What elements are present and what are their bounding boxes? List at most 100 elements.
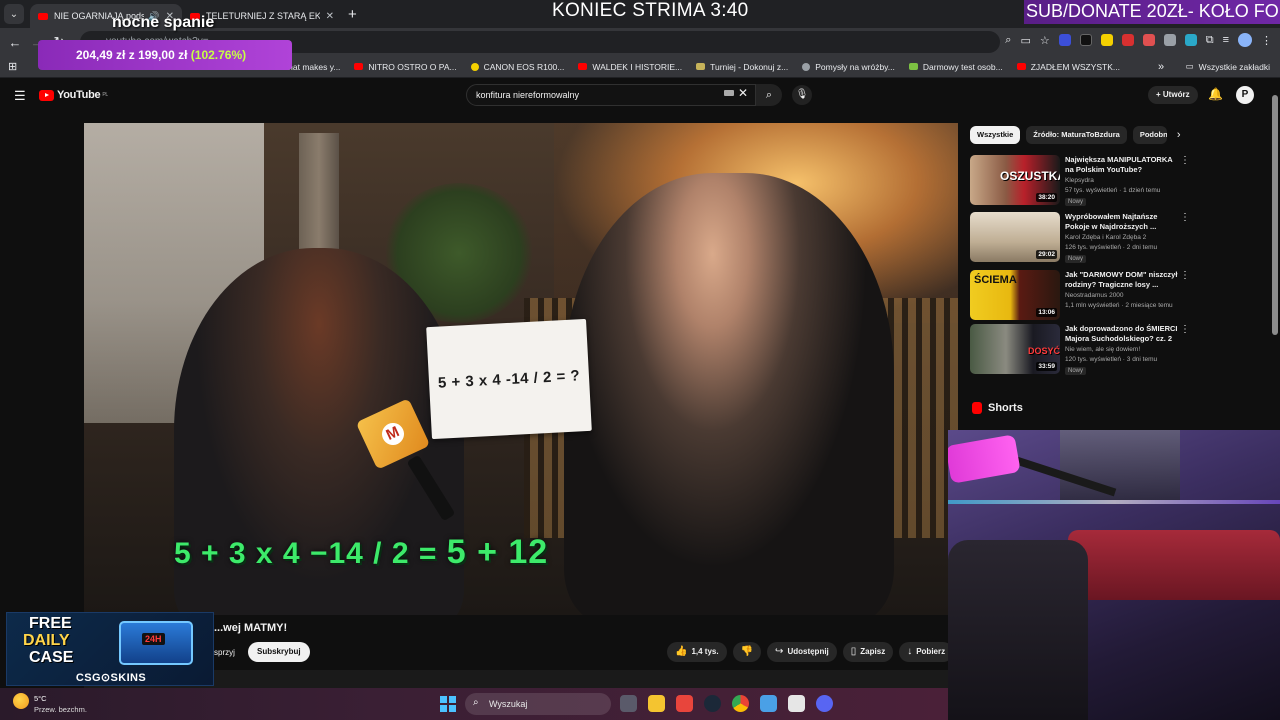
recommendation-title[interactable]: Jak doprowadzono do ŚMIERCI Majora Sucho… [1065, 324, 1180, 344]
video-thumbnail[interactable]: 29:02 [970, 212, 1060, 262]
recommendation-item[interactable]: OSZUSTKA? 38:20 Największa MANIPULATORKA… [970, 155, 1190, 207]
shield-icon[interactable] [1163, 34, 1176, 46]
recommendation-channel[interactable]: Nie wiem, ale się dowiem! [1065, 346, 1140, 353]
recommendation-item[interactable]: 29:02 Wypróbowałem Najtańsze Pokoje w Na… [970, 212, 1190, 264]
more-bookmarks-button[interactable]: » [1158, 61, 1164, 73]
recommendation-title[interactable]: Jak "DARMOWY DOM" niszczył rodziny? Trag… [1065, 270, 1180, 290]
more-options-icon[interactable]: ⋮ [1180, 212, 1190, 223]
like-button[interactable]: 👍 1,4 tys. [667, 642, 727, 662]
recommendation-item[interactable]: ŚCIEMA 13:06 Jak "DARMOWY DOM" niszczył … [970, 270, 1190, 322]
menu-icon[interactable]: ⋮ [1261, 34, 1272, 47]
avatar[interactable]: P [1236, 86, 1254, 104]
more-options-icon[interactable]: ⋮ [1180, 270, 1190, 281]
chip-all[interactable]: Wszystkie [970, 126, 1021, 144]
video-thumbnail[interactable]: DOSYĆ 33:59 [970, 324, 1060, 374]
zoom-icon[interactable]: ⌕ [1005, 34, 1011, 47]
more-options-icon[interactable]: ⋮ [1180, 155, 1190, 166]
folder-icon: ▭ [1185, 61, 1194, 71]
youtube-logo[interactable]: YouTube PL [39, 89, 108, 101]
bookmark-item[interactable]: WALDEK I HISTORIE... [578, 62, 682, 72]
store-icon[interactable] [676, 695, 693, 712]
recommendation-meta: 126 tys. wyświetleń · 2 dni temu [1065, 244, 1158, 251]
recommendation-channel[interactable]: Klepsydra [1065, 177, 1094, 184]
extensions-puzzle-icon[interactable]: ⧉ [1206, 34, 1214, 47]
subscribe-button[interactable]: Subskrybuj [248, 642, 310, 662]
bookmark-star-icon[interactable]: ☆ [1040, 34, 1050, 47]
video-thumbnail[interactable]: ŚCIEMA 13:06 [970, 270, 1060, 320]
share-button[interactable]: ↪ Udostępnij [767, 642, 837, 662]
chip-source[interactable]: Źródło: MaturaToBzdura [1026, 126, 1127, 144]
extension-icon[interactable] [1079, 34, 1092, 46]
taskbar-search-input[interactable]: Wyszukaj [465, 693, 611, 715]
bookmark-item[interactable]: ZJADŁEM WSZYSTK... [1016, 62, 1120, 72]
close-tab-icon[interactable]: ✕ [326, 11, 334, 22]
chrome-icon[interactable] [732, 695, 749, 712]
discord-icon[interactable] [816, 695, 833, 712]
donation-goal-text: 204,49 zł z 199,00 zł (102.76%) [76, 48, 246, 62]
steam-icon[interactable] [704, 695, 721, 712]
donation-goal-bar: 204,49 zł z 199,00 zł (102.76%) [38, 40, 292, 70]
weather-icon[interactable] [13, 693, 29, 709]
share-icon: ↪ [775, 646, 784, 657]
bookmark-favicon-icon [802, 62, 811, 71]
all-bookmarks-button[interactable]: ▭ Wszystkie zakładki [1186, 61, 1270, 72]
bookmark-favicon-icon [1016, 63, 1026, 70]
dislike-button[interactable]: 👎 [732, 642, 762, 662]
video-duration: 29:02 [1036, 250, 1057, 259]
back-icon[interactable]: ← [4, 35, 26, 50]
create-button[interactable]: + Utwórz [1148, 86, 1198, 104]
youtube-play-icon [39, 89, 54, 101]
equation-text: 5 + 3 x 4 −14 / 2 = [174, 537, 438, 570]
recommendation-channel[interactable]: Neostradamus 2000 [1065, 292, 1124, 299]
photos-icon[interactable] [760, 695, 777, 712]
recommendation-title[interactable]: Największa MANIPULATORKA na Polskim YouT… [1065, 155, 1180, 175]
windows-start-icon[interactable] [440, 696, 456, 712]
bookmark-item[interactable]: Darmowy test osob... [908, 62, 1003, 72]
chevron-right-icon[interactable]: › [1177, 129, 1181, 141]
ad-brand: CSG⊙SKINS [75, 672, 147, 684]
more-options-icon[interactable]: ⋮ [1180, 324, 1190, 335]
apps-icon[interactable]: ⊞ [8, 60, 17, 73]
video-player[interactable]: 5 + 3 x 4 -14 / 2 = ? M 5 + 3 x 4 −14 / … [84, 123, 958, 615]
search-input[interactable]: konfitura niereformowalny [466, 84, 756, 106]
hamburger-menu-icon[interactable]: ☰ [14, 88, 26, 104]
bookmark-item[interactable]: Pomysły na wróżby... [802, 62, 895, 72]
recommendation-title[interactable]: Wypróbowałem Najtańsze Pokoje w Najdrożs… [1065, 212, 1180, 232]
sponsor-ad: FREE DAILY CASE 24H CSG⊙SKINS [6, 612, 214, 686]
extension-icon[interactable] [1184, 34, 1197, 46]
goal-label: nocne spanie [112, 14, 215, 31]
page-scrollbar[interactable] [1272, 95, 1278, 335]
search-button[interactable]: ⌕ [756, 84, 782, 106]
video-actions: 👍 1,4 tys. 👎 ↪ Udostępnij ▯ Zapisz ↓ Pobierz… [667, 642, 971, 662]
notifications-bell-icon[interactable]: 🔔 [1208, 87, 1223, 101]
voice-search-button[interactable]: 🎙 [792, 85, 812, 105]
bookmark-icon: ▯ [850, 646, 857, 657]
keyboard-icon[interactable] [724, 90, 734, 96]
microphone-logo: M [378, 419, 408, 449]
notepad-icon[interactable] [788, 695, 805, 712]
recommendation-item[interactable]: DOSYĆ 33:59 Jak doprowadzono do ŚMIERCI … [970, 324, 1190, 376]
profile-icon[interactable] [1238, 33, 1252, 47]
extension-icon[interactable] [1121, 34, 1134, 46]
donate-ticker: SUB/DONATE 20ZŁ- KOŁO FO [1024, 0, 1280, 24]
reading-list-icon[interactable]: ≡ [1223, 34, 1229, 46]
recommendation-channel[interactable]: Karol Zdęba i Karol Zdęba 2 [1065, 234, 1146, 241]
download-button[interactable]: ↓ Pobierz [899, 642, 954, 662]
bookmark-item[interactable]: CANON EOS R100... [470, 62, 564, 72]
task-view-icon[interactable] [620, 695, 637, 712]
extension-icon[interactable] [1142, 34, 1155, 46]
video-thumbnail[interactable]: OSZUSTKA? 38:20 [970, 155, 1060, 205]
clear-search-icon[interactable]: ✕ [738, 86, 748, 100]
bookmark-item[interactable]: NITRO OSTRO O PA... [354, 62, 457, 72]
extension-icon[interactable] [1058, 34, 1071, 46]
bookmark-item[interactable]: Turniej - Dokonuj z... [696, 62, 788, 72]
new-tab-button[interactable]: + [348, 6, 357, 23]
channel-name[interactable]: sprzyj [214, 648, 235, 657]
tab-search-icon[interactable]: ⌄ [4, 4, 24, 24]
file-explorer-icon[interactable] [648, 695, 665, 712]
extension-icon[interactable] [1100, 34, 1113, 46]
toolbar-icons: ⌕ ▭ ☆ ⧉ ≡ ⋮ [1005, 33, 1272, 47]
save-button[interactable]: ▯ Zapisz [842, 642, 894, 662]
cast-icon[interactable]: ▭ [1020, 34, 1030, 47]
chip-similar[interactable]: Podobne [1132, 126, 1167, 144]
